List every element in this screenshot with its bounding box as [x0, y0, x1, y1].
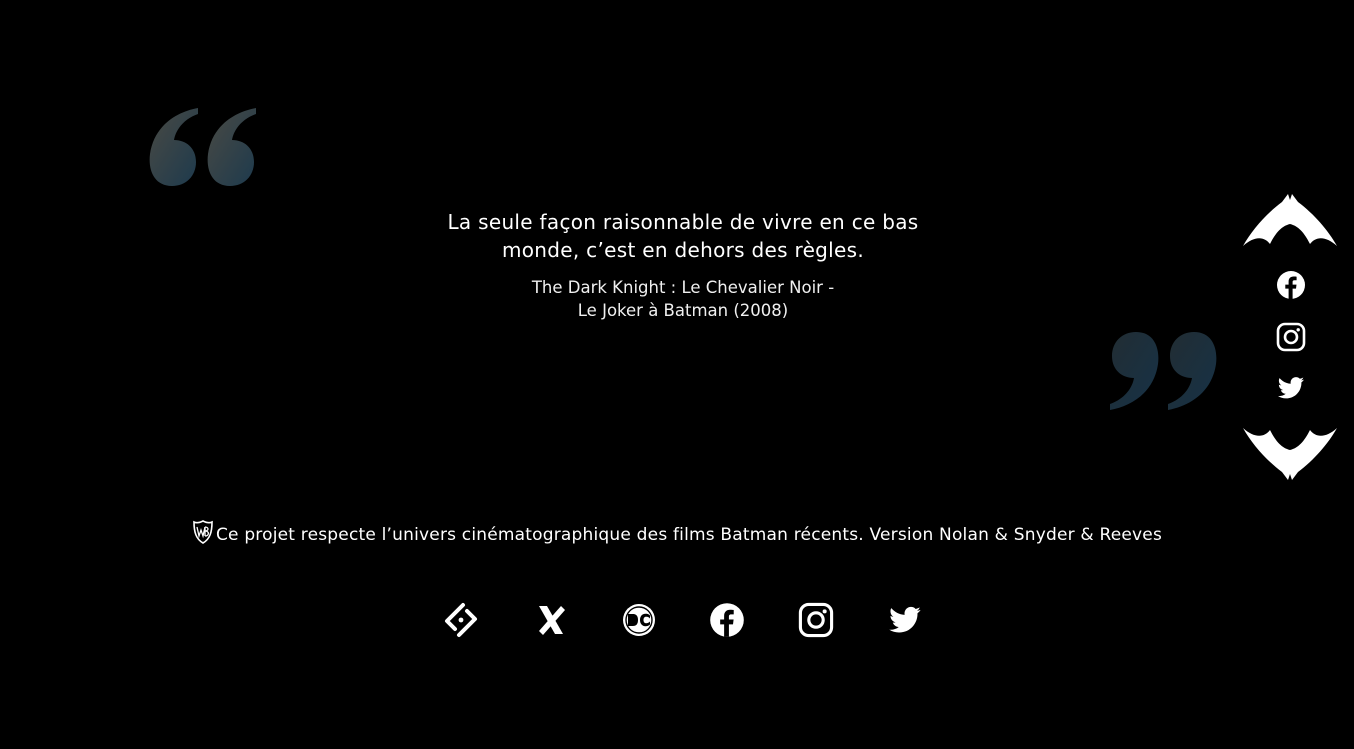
quote-open-icon: [148, 104, 260, 190]
facebook-icon[interactable]: [709, 602, 745, 638]
quote-text: La seule façon raisonnable de vivre en c…: [447, 210, 919, 262]
twitter-icon[interactable]: [1276, 373, 1306, 403]
instagram-icon[interactable]: [798, 602, 834, 638]
copyright-notice-text: Ce projet respecte l’univers cinématogra…: [215, 525, 1162, 545]
bat-wing-bottom-icon: [1242, 426, 1338, 482]
warner-bros-shield-icon: [192, 520, 214, 544]
quote-source: The Dark Knight : Le Chevalier Noir - Le…: [518, 276, 848, 322]
bat-wing-top-icon: [1242, 192, 1338, 248]
footer-social-links: [443, 602, 923, 640]
facebook-icon[interactable]: [1276, 270, 1306, 300]
copyright-notice: Ce projet respecte l’univers cinématogra…: [0, 520, 1354, 548]
quote-source-speaker: Le Joker à Batman (2008): [577, 301, 789, 320]
side-social-nav: [1240, 190, 1342, 486]
quote-block: La seule façon raisonnable de vivre en c…: [383, 208, 983, 322]
x-cross-icon[interactable]: [533, 602, 569, 638]
quote-source-film: The Dark Knight : Le Chevalier Noir -: [531, 278, 835, 297]
twitter-icon[interactable]: [887, 602, 923, 638]
letterboxd-code-icon[interactable]: [443, 602, 479, 638]
instagram-icon[interactable]: [1276, 322, 1306, 352]
dc-logo-icon[interactable]: [621, 602, 657, 638]
quote-close-icon: [1106, 330, 1218, 414]
